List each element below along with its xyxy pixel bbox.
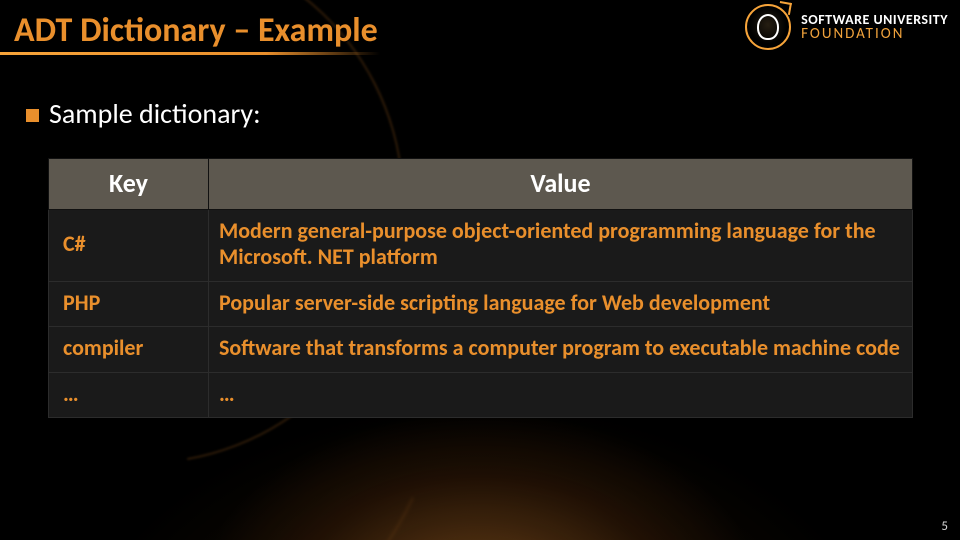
table-row: PHP Popular server-side scripting langua… [49, 281, 913, 326]
cell-key: C# [49, 210, 209, 282]
title-underline [0, 52, 380, 55]
bullet-icon [26, 109, 39, 122]
table-header-value: Value [209, 159, 913, 210]
slide-title: ADT Dictionary – Example [14, 10, 378, 51]
cell-value: Software that transforms a computer prog… [209, 327, 913, 372]
table-header-key: Key [49, 159, 209, 210]
table-row: … … [49, 372, 913, 417]
subtitle: Sample dictionary: [26, 96, 261, 131]
brand-logo: SOFTWARE UNIVERSITY FOUNDATION [745, 4, 948, 50]
cell-key: PHP [49, 281, 209, 326]
cell-key: compiler [49, 327, 209, 372]
page-number: 5 [941, 519, 948, 534]
logo-text-line2: FOUNDATION [801, 27, 948, 42]
cell-key: … [49, 372, 209, 417]
table-row: compiler Software that transforms a comp… [49, 327, 913, 372]
cell-value: … [209, 372, 913, 417]
cell-value: Modern general-purpose object-oriented p… [209, 210, 913, 282]
table-row: C# Modern general-purpose object-oriente… [49, 210, 913, 282]
cell-value: Popular server-side scripting language f… [209, 281, 913, 326]
dictionary-table: Key Value C# Modern general-purpose obje… [48, 158, 913, 418]
subtitle-text: Sample dictionary: [49, 96, 261, 131]
lightbulb-icon [745, 4, 791, 50]
